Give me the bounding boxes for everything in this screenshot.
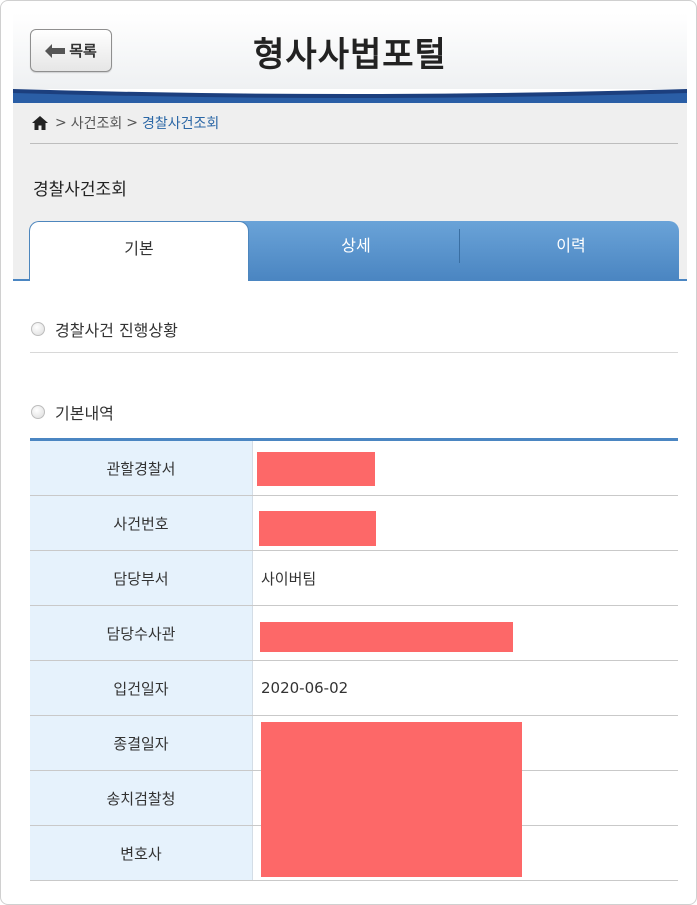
- tab-bar: 상세 이력 기본: [29, 221, 679, 281]
- row-value-booking-date: 2020-06-02: [261, 679, 349, 697]
- tab-basic[interactable]: 기본: [29, 221, 249, 281]
- row-label-case-number: 사건번호: [30, 496, 253, 550]
- section-divider: [30, 352, 678, 353]
- breadcrumb-divider: [30, 143, 678, 144]
- breadcrumb-separator: >: [55, 115, 67, 131]
- tab-divider: [459, 229, 460, 263]
- page-title: 경찰사건조회: [33, 180, 127, 200]
- app-frame: 목록 형사사법포털 > 사건조회 > 경찰사건조회 경찰사건조회 상세 이력 기…: [0, 0, 697, 905]
- row-label-police-station: 관할경찰서: [30, 441, 253, 495]
- tab-history-label: 이력: [556, 236, 586, 255]
- table-row: 담당부서 사이버팀: [30, 551, 678, 606]
- breadcrumb-separator: >: [126, 115, 138, 131]
- row-label-closing-date: 종결일자: [30, 716, 253, 770]
- section-basic-title: 기본내역: [55, 404, 114, 423]
- table-row: 입건일자 2020-06-02: [30, 661, 678, 716]
- section-progress-title: 경찰사건 진행상황: [55, 321, 178, 340]
- row-label-lawyer: 변호사: [30, 826, 253, 880]
- header: 목록 형사사법포털: [13, 13, 687, 91]
- breadcrumb-item-case-search[interactable]: 사건조회: [71, 113, 123, 133]
- section-basic: 기본내역: [31, 400, 114, 424]
- section-progress[interactable]: 경찰사건 진행상황: [31, 317, 178, 341]
- bullet-icon: [31, 405, 45, 419]
- row-value-department: 사이버팀: [261, 569, 317, 588]
- redaction-block: [259, 511, 376, 546]
- app-title: 형사사법포털: [253, 35, 447, 75]
- redaction-block: [257, 452, 375, 486]
- bullet-icon: [31, 322, 45, 336]
- navigation-area: > 사건조회 > 경찰사건조회 경찰사건조회 상세 이력 기본: [13, 103, 687, 281]
- row-label-booking-date: 입건일자: [30, 661, 253, 715]
- header-wave-decoration: [13, 89, 687, 103]
- row-label-investigator: 담당수사관: [30, 606, 253, 660]
- tab-history[interactable]: 이력: [463, 221, 679, 267]
- row-label-prosecutor-office: 송치검찰청: [30, 771, 253, 825]
- redaction-block: [261, 722, 522, 877]
- breadcrumb: > 사건조회 > 경찰사건조회: [31, 113, 219, 133]
- breadcrumb-current: 경찰사건조회: [142, 116, 220, 132]
- row-label-department: 담당부서: [30, 551, 253, 605]
- redaction-block: [260, 622, 513, 652]
- home-icon[interactable]: [31, 115, 49, 131]
- tab-detail-label: 상세: [341, 236, 371, 255]
- tab-basic-label: 기본: [124, 238, 154, 258]
- tab-detail[interactable]: 상세: [249, 221, 463, 267]
